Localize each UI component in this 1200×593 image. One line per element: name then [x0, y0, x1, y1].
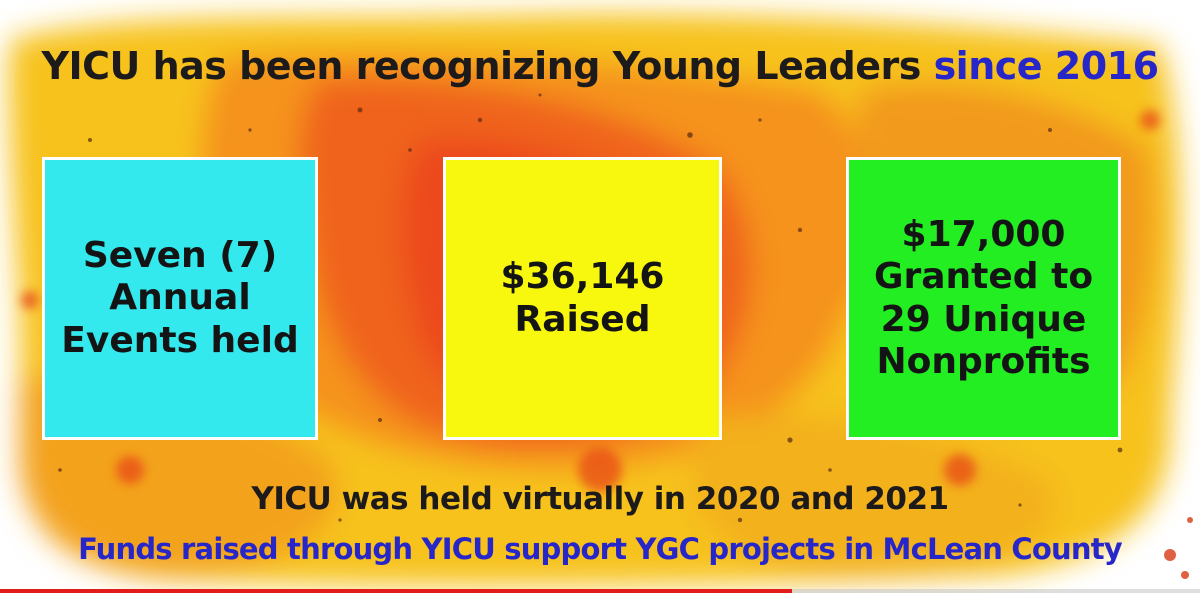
stat-card-granted: $17,000 Granted to 29 Unique Nonprofits: [846, 157, 1121, 440]
card-raised-line-2: Raised: [514, 298, 651, 340]
slide-title: YICU has been recognizing Young Leaders …: [0, 44, 1200, 88]
card-events-line-1: Seven (7): [82, 234, 278, 276]
card-raised-line-1: $36,146: [500, 256, 665, 298]
card-granted-line-1: $17,000: [901, 213, 1066, 255]
funds-note: Funds raised through YICU support YGC pr…: [78, 532, 1123, 566]
stat-card-raised: $36,146 Raised: [443, 157, 722, 440]
title-main: YICU has been recognizing Young Leaders: [41, 44, 934, 88]
card-granted-line-3: 29 Unique: [880, 298, 1087, 340]
virtual-note: YICU was held virtually in 2020 and 2021: [251, 481, 949, 517]
title-accent: since 2016: [933, 44, 1160, 88]
card-granted-line-2: Granted to: [873, 256, 1094, 298]
stat-card-events: Seven (7) Annual Events held: [42, 157, 318, 440]
card-events-line-3: Events held: [61, 319, 299, 361]
slide: YICU has been recognizing Young Leaders …: [0, 0, 1200, 593]
card-granted-line-4: Nonprofits: [876, 340, 1091, 382]
card-events-line-2: Annual: [109, 277, 251, 319]
video-progress-fill: [0, 589, 792, 593]
video-progress-bar[interactable]: [0, 589, 1200, 593]
